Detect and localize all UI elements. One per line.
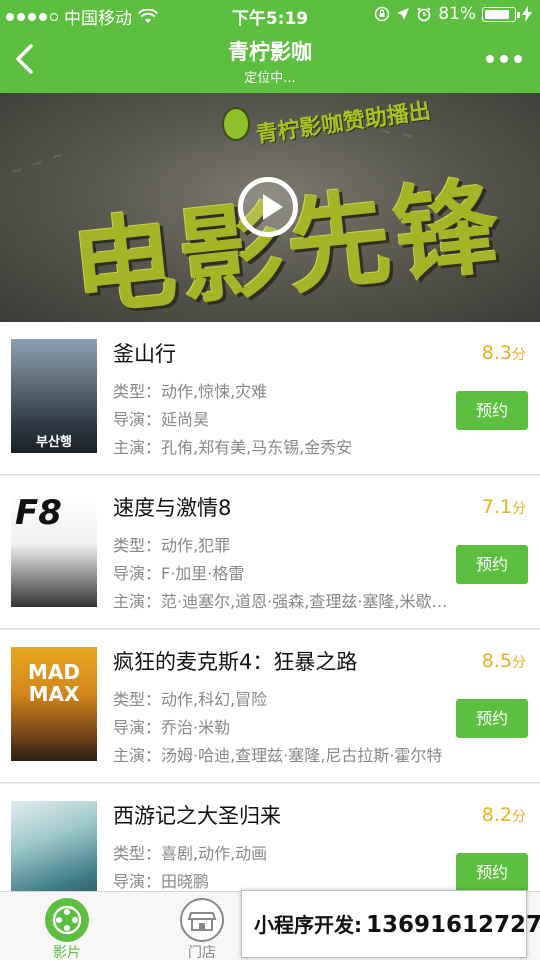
banner-texture: ~ ~ ~	[8, 144, 67, 183]
movie-score: 8.2分	[482, 804, 526, 826]
movie-title: 西游记之大圣归来	[113, 804, 281, 828]
alarm-icon	[417, 7, 431, 22]
location-icon	[397, 8, 410, 20]
movie-genre: 类型：动作,惊悚,灾难	[113, 382, 268, 401]
movie-item[interactable]: MAD MAX 疯狂的麦克斯4：狂暴之路 8.5分 类型：动作,科幻,冒险 导演…	[0, 630, 540, 783]
status-bar: 中国移动 下午5:19 81%	[0, 0, 540, 30]
movie-score: 7.1分	[482, 496, 526, 518]
top-bar: 中国移动 下午5:19 81% 青柠影咖 定位中...	[0, 0, 540, 93]
score-unit: 分	[512, 809, 526, 825]
promo-phone: 13691612727	[366, 912, 540, 938]
movie-poster[interactable]: MAD MAX	[11, 647, 97, 761]
score-unit: 分	[512, 347, 526, 363]
movie-title: 釜山行	[113, 342, 176, 366]
score-value: 8.3	[481, 342, 512, 364]
tab-movies-label: 影片	[53, 945, 81, 960]
promo-label: 小程序开发:	[254, 913, 362, 937]
score-value: 7.1	[481, 496, 512, 518]
score-value: 8.5	[481, 650, 512, 672]
poster-title-text: 부산행	[36, 435, 72, 450]
battery-icon	[482, 6, 520, 22]
movie-director: 导演：F·加里·格雷	[113, 564, 245, 583]
movie-poster[interactable]: F8	[11, 493, 97, 607]
book-button[interactable]: 预约	[456, 699, 528, 738]
film-reel-icon	[45, 898, 89, 942]
promo-banner: 小程序开发: 13691612727	[241, 890, 540, 958]
more-icon[interactable]	[486, 55, 522, 63]
score-value: 8.2	[481, 804, 512, 826]
poster-title-text: MAD MAX	[28, 660, 80, 706]
play-icon[interactable]	[238, 177, 298, 237]
book-button[interactable]: 预约	[456, 853, 528, 892]
video-banner[interactable]: ~ ~ ~ ~ ~ 青柠影咖赞助播出 电影先锋	[0, 93, 540, 322]
tab-movies[interactable]: 影片	[12, 892, 122, 960]
score-unit: 分	[512, 501, 526, 517]
movie-genre: 类型：喜剧,动作,动画	[113, 844, 268, 863]
book-button[interactable]: 预约	[456, 391, 528, 430]
store-icon	[180, 898, 224, 942]
rotation-lock-icon	[374, 6, 390, 22]
movie-genre: 类型：动作,科幻,冒险	[113, 690, 268, 709]
movie-score: 8.5分	[482, 650, 526, 672]
movie-cast: 主演：范·迪塞尔,道恩·强森,查理兹·塞隆,米歇尔·罗德里格兹	[113, 592, 449, 611]
movie-item[interactable]: 부산행 釜山行 8.3分 类型：动作,惊悚,灾难 导演：延尚昊 主演：孔侑,郑有…	[0, 322, 540, 475]
movie-genre: 类型：动作,犯罪	[113, 536, 231, 555]
movie-score: 8.3分	[482, 342, 526, 364]
status-right: 81%	[374, 4, 532, 24]
movie-item[interactable]: F8 速度与激情8 7.1分 类型：动作,犯罪 导演：F·加里·格雷 主演：范·…	[0, 476, 540, 629]
charging-icon	[522, 6, 532, 22]
movie-director: 导演：乔治·米勒	[113, 718, 231, 737]
movie-poster[interactable]: 부산행	[11, 339, 97, 453]
movie-title: 速度与激情8	[113, 496, 232, 520]
banner-headline: 电影先锋	[65, 164, 509, 322]
location-status: 定位中...	[244, 71, 296, 86]
movie-cast: 主演：汤姆·哈迪,查理兹·塞隆,尼古拉斯·霍尔特	[113, 746, 443, 765]
battery-percent: 81%	[438, 4, 476, 24]
movie-title: 疯狂的麦克斯4：狂暴之路	[113, 650, 358, 674]
score-unit: 分	[512, 655, 526, 671]
poster-title-text: F8	[15, 493, 62, 533]
movie-director: 导演：田晓鹏	[113, 872, 210, 891]
movie-cast: 主演：孔侑,郑有美,马东锡,金秀安	[113, 438, 353, 457]
book-button[interactable]: 预约	[456, 545, 528, 584]
page-title: 青柠影咖	[228, 40, 312, 64]
lemon-logo-icon	[222, 107, 250, 141]
movie-director: 导演：延尚昊	[113, 410, 210, 429]
